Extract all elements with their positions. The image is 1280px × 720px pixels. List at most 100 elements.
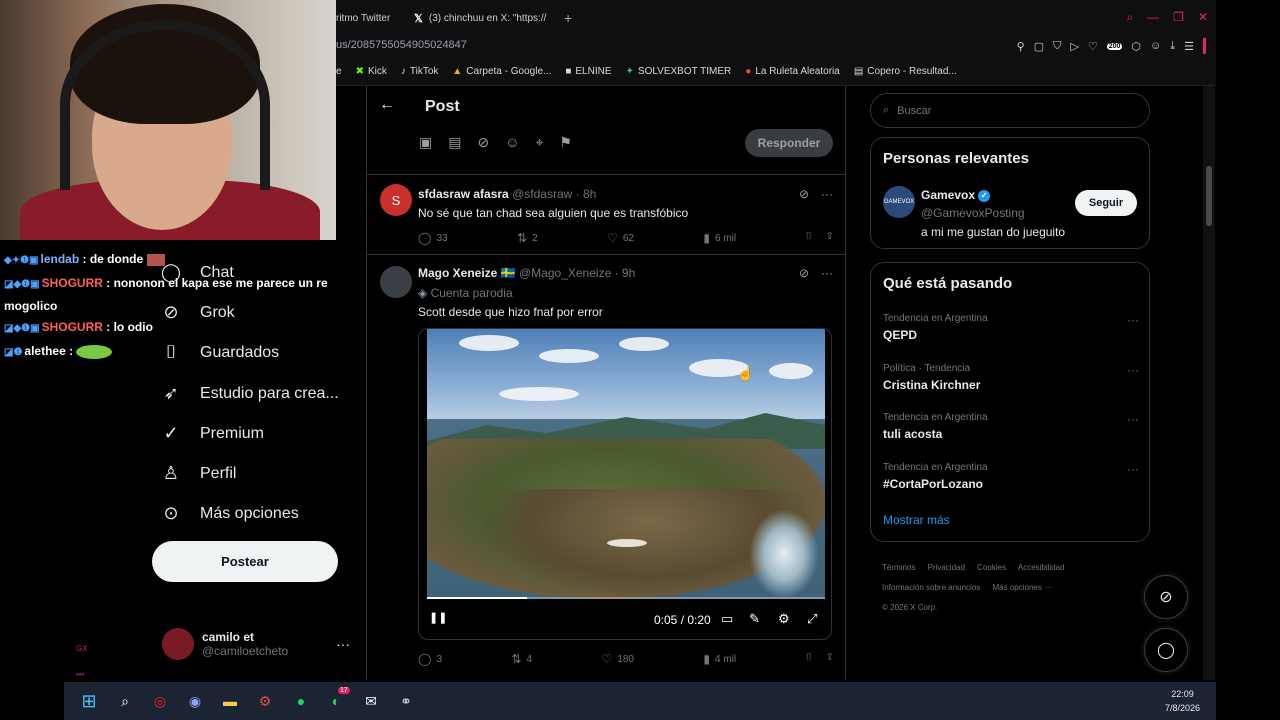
tweet-time[interactable]: · 8h bbox=[576, 187, 597, 201]
extensions-icon[interactable]: ⬡ bbox=[1131, 40, 1141, 53]
bookmark-kick[interactable]: ✖ Kick bbox=[356, 66, 387, 77]
pause-icon[interactable]: ❚❚ bbox=[429, 611, 447, 624]
pin-icon[interactable]: ⚲ bbox=[1017, 40, 1025, 53]
opera-gx-icon[interactable]: ◎ bbox=[150, 691, 170, 711]
footer-accessibility[interactable]: Accesibilidad bbox=[1018, 563, 1065, 572]
tweet-time[interactable]: · 9h bbox=[615, 266, 636, 280]
repost-action[interactable]: ⇅ 4 bbox=[511, 652, 532, 666]
profile-icon[interactable]: ☺ bbox=[1150, 40, 1161, 52]
emoji-icon[interactable]: ☺ bbox=[505, 134, 519, 151]
trend-item[interactable]: Tendencia en Argentina #CortaPorLozano ·… bbox=[883, 462, 1139, 491]
more-icon[interactable]: ··· bbox=[1127, 462, 1139, 476]
follow-button[interactable]: Seguir bbox=[1075, 190, 1137, 216]
search-icon[interactable]: ⌕ bbox=[115, 691, 135, 711]
views-action[interactable]: ▮ 6 mil bbox=[703, 231, 736, 245]
scroll-thumb[interactable] bbox=[1206, 166, 1212, 226]
more-icon[interactable]: ··· bbox=[1127, 412, 1139, 426]
gif-icon[interactable]: ▤ bbox=[448, 134, 461, 151]
show-more-link[interactable]: Mostrar más bbox=[883, 513, 950, 527]
play-icon[interactable]: ▷ bbox=[1070, 40, 1078, 53]
app-icon[interactable]: ⚙ bbox=[255, 691, 275, 711]
tweet-author-name[interactable]: Mago Xeneize bbox=[418, 266, 497, 280]
search-input[interactable]: ⌕ Buscar bbox=[870, 93, 1150, 128]
profile-name[interactable]: Gamevox ✓ bbox=[921, 188, 991, 202]
messages-float-button[interactable]: ◯ bbox=[1144, 628, 1188, 672]
url-text[interactable]: us/2085755054905024847 bbox=[336, 39, 467, 51]
address-bar[interactable]: us/2085755054905024847 ⚲ ▢ ⛉ ▷ ♡ 200 ⬡ ☺… bbox=[336, 34, 1216, 56]
footer-ads[interactable]: Información sobre anuncios bbox=[882, 583, 980, 592]
tweet[interactable]: Mago Xeneize 🇸🇪 @Mago_Xeneize · 9h ⊘ ···… bbox=[367, 254, 845, 680]
share-icon[interactable]: ⇪ bbox=[826, 231, 834, 245]
account-switcher[interactable]: camilo et @camiloetcheto ··· bbox=[162, 628, 358, 660]
scrollbar[interactable] bbox=[1203, 86, 1215, 680]
spotify-icon[interactable]: ● bbox=[291, 691, 311, 711]
more-icon[interactable]: ··· bbox=[1127, 363, 1139, 377]
video-player[interactable]: ❚❚ 0:05 / 0:20 ▭ ✎ ⚙ ⤢ ☝ bbox=[418, 328, 832, 640]
heart-icon[interactable]: ♡ bbox=[1088, 40, 1098, 53]
nav-more-options[interactable]: ⊙ Más opciones bbox=[160, 503, 298, 524]
discord-icon[interactable]: ◉ bbox=[185, 691, 205, 711]
reply-button[interactable]: Responder bbox=[745, 129, 833, 157]
menu-icon[interactable]: ☰ bbox=[1184, 40, 1194, 53]
screenshot-icon[interactable]: ▢ bbox=[1034, 40, 1044, 53]
tweet-author-name[interactable]: sfdasraw afasra bbox=[418, 187, 509, 201]
bookmark-elnine[interactable]: ■ ELNINE bbox=[565, 66, 611, 77]
image-icon[interactable]: ▣ bbox=[419, 134, 432, 151]
like-action[interactable]: ♡ 62 bbox=[607, 231, 634, 245]
bookmark-copero[interactable]: ▤ Copero - Resultad... bbox=[854, 66, 957, 77]
views-action[interactable]: ▮ 4 mil bbox=[703, 652, 736, 666]
captions-icon[interactable]: ▭ bbox=[721, 611, 733, 627]
back-arrow-icon[interactable]: ← bbox=[379, 96, 395, 114]
avatar[interactable]: GAMEVOX bbox=[883, 186, 915, 218]
zoom-badge[interactable]: 200 bbox=[1106, 42, 1123, 50]
bookmark-ruleta[interactable]: ● La Ruleta Aleatoria bbox=[745, 66, 840, 77]
video-progress-bar[interactable] bbox=[427, 597, 825, 599]
new-tab-button[interactable]: + bbox=[564, 6, 572, 30]
trend-item[interactable]: Política · Tendencia Cristina Kirchner ·… bbox=[883, 363, 1139, 392]
close-icon[interactable]: ✕ bbox=[1198, 10, 1208, 25]
system-clock[interactable]: 22:09 7/8/2026 bbox=[1165, 687, 1200, 715]
bookmark-tiktok[interactable]: ♪ TikTok bbox=[401, 66, 439, 77]
reply-action[interactable]: ◯ 33 bbox=[418, 231, 448, 245]
location-icon[interactable]: ⌖ bbox=[536, 134, 544, 151]
more-icon[interactable]: ··· bbox=[821, 266, 833, 280]
like-action[interactable]: ♡ 180 bbox=[602, 652, 634, 666]
shield-icon[interactable]: ⛉ bbox=[1053, 40, 1061, 53]
minimize-icon[interactable]: — bbox=[1147, 10, 1159, 25]
fullscreen-icon[interactable]: ⤢ bbox=[807, 611, 817, 627]
bookmark-solvexbot[interactable]: ✦ SOLVEXBOT TIMER bbox=[626, 66, 732, 77]
trend-item[interactable]: Tendencia en Argentina tuli acosta ··· bbox=[883, 412, 1139, 441]
nav-premium[interactable]: ✓ Premium bbox=[160, 423, 264, 444]
footer-terms[interactable]: Términos bbox=[882, 563, 915, 572]
bookmark-icon[interactable]: ⌷ bbox=[806, 231, 812, 245]
more-icon[interactable]: ··· bbox=[1127, 313, 1139, 327]
flag-icon[interactable]: ⚑ bbox=[559, 134, 572, 151]
app-icon[interactable]: ✉ bbox=[361, 691, 381, 711]
footer-more[interactable]: Más opciones ··· bbox=[993, 583, 1053, 592]
bookmark-icon[interactable]: ⌷ bbox=[806, 652, 812, 666]
mute-icon[interactable]: ✎ bbox=[749, 611, 760, 627]
folder-icon[interactable]: ▬ bbox=[220, 691, 240, 711]
avatar[interactable]: S bbox=[380, 184, 412, 216]
windows-start-icon[interactable]: ⊞ bbox=[79, 691, 99, 711]
footer-cookies[interactable]: Cookies bbox=[977, 563, 1006, 572]
search-icon[interactable]: ⌕ bbox=[1126, 10, 1133, 25]
tab-ritmo-twitter[interactable]: ritmo Twitter bbox=[336, 6, 400, 30]
grok-icon[interactable]: ⊘ bbox=[477, 134, 489, 151]
download-icon[interactable]: ⤓ bbox=[1170, 40, 1175, 53]
nav-creator-studio[interactable]: ➶ Estudio para crea... bbox=[160, 383, 338, 404]
nav-profile[interactable]: ♙ Perfil bbox=[160, 463, 237, 484]
trend-item[interactable]: Tendencia en Argentina QEPD ··· bbox=[883, 313, 1139, 342]
footer-privacy[interactable]: Privacidad bbox=[928, 563, 965, 572]
bookmark-item[interactable]: e bbox=[336, 66, 342, 77]
post-button[interactable]: Postear bbox=[152, 541, 338, 582]
more-icon[interactable]: ··· bbox=[821, 187, 833, 201]
reply-action[interactable]: ◯ 3 bbox=[418, 652, 442, 666]
grok-float-button[interactable]: ⊘ bbox=[1144, 575, 1188, 619]
bookmark-drive[interactable]: ▲ Carpeta - Google... bbox=[452, 66, 551, 77]
grok-icon[interactable]: ⊘ bbox=[799, 187, 809, 201]
tweet[interactable]: S sfdasraw afasra @sfdasraw · 8h ⊘ ··· N… bbox=[367, 174, 845, 254]
avatar[interactable] bbox=[380, 266, 412, 298]
grok-icon[interactable]: ⊘ bbox=[799, 266, 809, 280]
whatsapp-icon[interactable]: ◐ 17 bbox=[326, 687, 350, 711]
